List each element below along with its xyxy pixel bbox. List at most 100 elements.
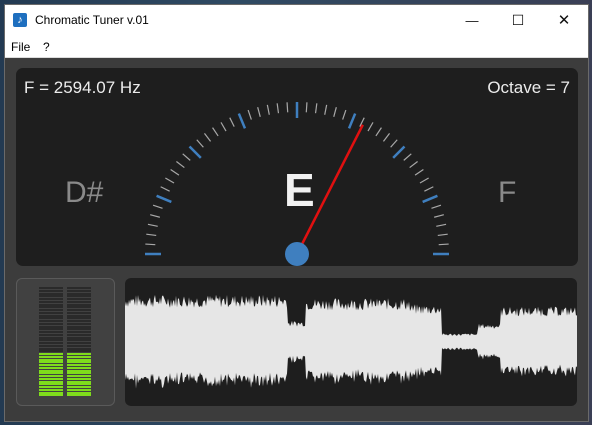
level-segment bbox=[67, 364, 91, 366]
level-segment bbox=[67, 309, 91, 311]
level-segment bbox=[39, 344, 63, 347]
level-segment bbox=[67, 333, 91, 336]
level-segment bbox=[39, 394, 63, 397]
level-segment bbox=[39, 306, 63, 309]
dial-major-tick bbox=[156, 194, 172, 204]
level-segment bbox=[39, 309, 63, 311]
dial-minor-tick bbox=[220, 122, 227, 132]
level-segment bbox=[39, 342, 63, 344]
dial-minor-tick bbox=[203, 133, 212, 142]
maximize-icon: ☐ bbox=[511, 11, 525, 28]
level-segment bbox=[39, 361, 63, 364]
level-segment bbox=[39, 300, 63, 303]
level-segment bbox=[39, 347, 63, 350]
level-segment bbox=[67, 383, 91, 386]
menu-bar: File ? bbox=[5, 35, 588, 58]
level-segment bbox=[39, 298, 63, 300]
dial-minor-tick bbox=[146, 233, 157, 237]
dial-minor-tick bbox=[176, 160, 185, 169]
dial-minor-tick bbox=[431, 204, 442, 209]
input-level-meter bbox=[16, 278, 115, 406]
dial-minor-tick bbox=[390, 139, 398, 148]
music-note-icon: ♪ bbox=[13, 13, 27, 27]
level-bar-left bbox=[39, 287, 63, 397]
waveform-shape bbox=[125, 294, 577, 389]
dial-minor-tick bbox=[438, 243, 449, 246]
dial-minor-tick bbox=[375, 127, 382, 137]
previous-note: D# bbox=[65, 176, 104, 209]
dial-minor-tick bbox=[367, 122, 374, 132]
dial-major-tick bbox=[422, 194, 438, 204]
level-segment bbox=[67, 342, 91, 344]
minimize-button[interactable]: — bbox=[449, 5, 495, 35]
level-segment bbox=[39, 303, 63, 306]
level-segment bbox=[67, 322, 91, 325]
level-segment bbox=[39, 331, 63, 333]
dial-minor-tick bbox=[436, 223, 447, 227]
level-segment bbox=[39, 320, 63, 322]
level-segment bbox=[67, 339, 91, 342]
level-segment bbox=[67, 311, 91, 314]
level-segment bbox=[67, 300, 91, 303]
level-segment bbox=[39, 388, 63, 391]
dial-minor-tick bbox=[150, 214, 160, 218]
level-segment bbox=[39, 333, 63, 336]
dial-major-tick bbox=[392, 145, 406, 159]
level-segment bbox=[67, 331, 91, 333]
level-segment bbox=[67, 391, 91, 394]
level-segment bbox=[39, 287, 63, 289]
dial-minor-tick bbox=[324, 104, 328, 115]
menu-file[interactable]: File bbox=[11, 40, 30, 54]
dial-major-tick bbox=[188, 145, 202, 159]
level-segment bbox=[39, 358, 63, 361]
dial-minor-tick bbox=[160, 186, 170, 192]
level-segment bbox=[67, 336, 91, 339]
level-segment bbox=[39, 295, 63, 298]
dial-minor-tick bbox=[147, 223, 158, 227]
close-button[interactable]: ✕ bbox=[541, 5, 587, 35]
dial-minor-tick bbox=[437, 233, 448, 237]
dial-minor-tick bbox=[305, 102, 308, 113]
dial-minor-tick bbox=[165, 177, 175, 184]
level-segment bbox=[67, 355, 91, 358]
level-segment bbox=[67, 361, 91, 364]
level-bar-right bbox=[67, 287, 91, 397]
level-segment bbox=[39, 317, 63, 320]
level-segment bbox=[67, 289, 91, 292]
level-segment bbox=[39, 369, 63, 372]
menu-help[interactable]: ? bbox=[43, 40, 50, 54]
maximize-button[interactable]: ☐ bbox=[495, 5, 541, 35]
level-segment bbox=[39, 328, 63, 331]
level-segment bbox=[39, 391, 63, 394]
level-segment bbox=[39, 383, 63, 386]
next-note: F bbox=[498, 176, 517, 209]
level-segment bbox=[67, 375, 91, 377]
level-segment bbox=[67, 347, 91, 350]
dial-minor-tick bbox=[419, 177, 429, 184]
waveform bbox=[125, 294, 577, 389]
level-segment bbox=[39, 350, 63, 353]
title-bar[interactable]: ♪ Chromatic Tuner v.01 — ☐ ✕ bbox=[5, 5, 588, 35]
level-segment bbox=[39, 336, 63, 339]
level-segment bbox=[67, 358, 91, 361]
dial-minor-tick bbox=[229, 117, 235, 127]
dial-minor-tick bbox=[434, 214, 444, 218]
dial-minor-tick bbox=[314, 103, 318, 114]
level-segment bbox=[39, 339, 63, 342]
level-segment bbox=[39, 353, 63, 355]
dial-minor-tick bbox=[424, 186, 434, 192]
dial-minor-tick bbox=[170, 169, 180, 176]
level-segment bbox=[67, 394, 91, 397]
level-segment bbox=[39, 380, 63, 383]
close-icon: ✕ bbox=[557, 12, 571, 29]
dial-minor-tick bbox=[342, 109, 347, 120]
current-note: E bbox=[284, 164, 315, 216]
level-segment bbox=[67, 306, 91, 309]
dial-minor-tick bbox=[403, 153, 412, 161]
dial-major-tick bbox=[237, 113, 247, 129]
dial-minor-tick bbox=[196, 139, 204, 148]
dial-minor-tick bbox=[257, 107, 261, 117]
dial-minor-tick bbox=[414, 169, 424, 176]
level-segment bbox=[39, 325, 63, 328]
level-segment bbox=[39, 377, 63, 380]
